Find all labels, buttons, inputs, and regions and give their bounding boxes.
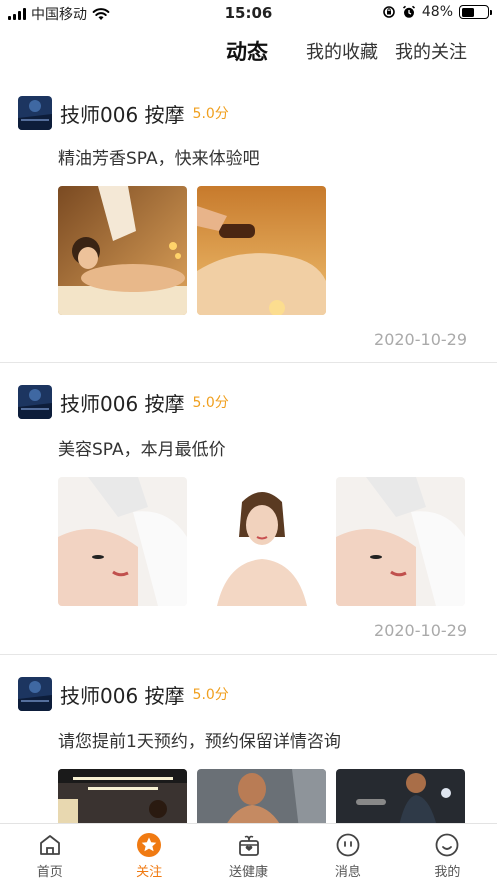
star-icon [137,833,162,857]
alarm-icon [402,5,415,18]
tabbar-label: 消息 [334,865,361,880]
avatar[interactable] [18,96,52,130]
profile-icon [435,833,459,857]
massage-photo[interactable] [58,186,187,315]
rating-badge: 5.0分 [192,395,229,411]
tabbar-label: 首页 [36,865,63,880]
header-tabs: 动态 我的收藏 我的关注 [0,30,497,74]
message-icon [336,833,360,857]
avatar[interactable] [18,385,52,419]
tab-dynamics[interactable]: 动态 [226,36,268,66]
status-bar: 中国移动 15:06 48% [0,0,497,26]
oil-massage-photo[interactable] [197,186,326,315]
battery-icon [459,5,492,19]
post-date: 2020-10-29 [374,330,467,349]
home-icon [39,835,60,855]
image-grid [58,477,465,606]
beauty-portrait-photo[interactable] [197,477,326,606]
post-card[interactable]: 技师006 按摩 5.0分 精油芳香SPA，快来体验吧 2020-10-29 [0,82,497,363]
tabbar-item-profile[interactable]: 我的 [398,824,497,883]
facial-photo[interactable] [336,477,465,606]
feed-list: 技师006 按摩 5.0分 精油芳香SPA，快来体验吧 2020-10-29 技… [0,82,497,883]
tabbar-item-messages[interactable]: 消息 [298,824,397,883]
author-name[interactable]: 技师006 按摩 [60,388,185,417]
tabbar-label: 关注 [136,865,163,880]
author-name[interactable]: 技师006 按摩 [60,680,185,709]
facial-photo[interactable] [58,477,187,606]
post-text: 美容SPA，本月最低价 [58,440,226,460]
tabbar-item-gift-health[interactable]: 送健康 [199,824,298,883]
gift-icon [238,835,259,856]
bottom-tab-bar: 首页 关注 送健康 消息 我的 [0,823,497,883]
tabbar-label: 我的 [434,865,461,880]
rating-badge: 5.0分 [192,687,229,703]
tabbar-item-home[interactable]: 首页 [0,824,99,883]
post-text: 精油芳香SPA，快来体验吧 [58,149,260,169]
post-header: 技师006 按摩 5.0分 [18,385,229,419]
image-grid [58,186,326,315]
rating-badge: 5.0分 [192,106,229,122]
post-date: 2020-10-29 [374,621,467,640]
tabbar-label: 送健康 [229,865,269,880]
orientation-lock-icon [383,6,395,18]
tab-favorites[interactable]: 我的收藏 [306,38,378,64]
tabbar-item-follow[interactable]: 关注 [99,824,198,883]
author-name[interactable]: 技师006 按摩 [60,99,185,128]
post-header: 技师006 按摩 5.0分 [18,96,229,130]
post-card[interactable]: 技师006 按摩 5.0分 美容SPA，本月最低价 2020-10-29 [0,363,497,655]
battery-percent: 48% [421,4,453,20]
avatar[interactable] [18,677,52,711]
tab-following[interactable]: 我的关注 [395,38,467,64]
status-right: 48% [382,4,492,20]
post-text: 请您提前1天预约，预约保留详情咨询 [58,732,341,752]
post-header: 技师006 按摩 5.0分 [18,677,229,711]
